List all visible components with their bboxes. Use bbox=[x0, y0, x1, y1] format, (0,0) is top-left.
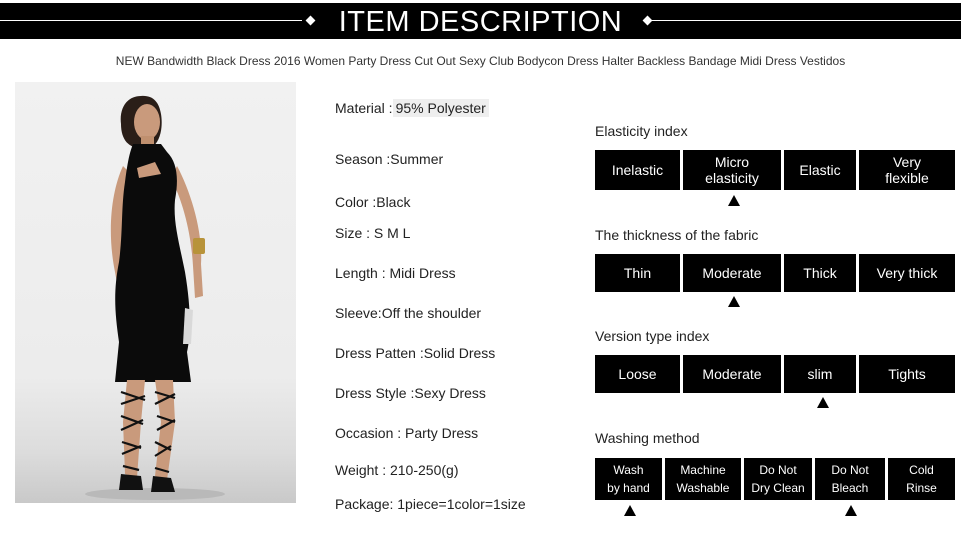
version-option-moderate: Moderate bbox=[683, 355, 781, 393]
version-option-slim: slim bbox=[784, 355, 856, 393]
elasticity-option-inelastic: Inelastic bbox=[595, 150, 680, 190]
spec-style: Dress Style :Sexy Dress bbox=[335, 385, 486, 401]
triangle-up-icon bbox=[624, 505, 636, 516]
elasticity-title: Elasticity index bbox=[595, 123, 688, 139]
triangle-up-icon bbox=[845, 505, 857, 516]
version-title: Version type index bbox=[595, 328, 710, 344]
header-rule-left bbox=[0, 20, 302, 21]
thickness-option-thin: Thin bbox=[595, 254, 680, 292]
elasticity-option-very-flexible: Very flexible bbox=[859, 150, 955, 190]
triangle-up-icon bbox=[728, 195, 740, 206]
spec-season: Season :Summer bbox=[335, 151, 444, 167]
spec-sleeve: Sleeve:Off the shoulder bbox=[335, 305, 482, 321]
header-rule-right bbox=[652, 20, 961, 21]
washing-option-no-dry-clean: Do Not Dry Clean bbox=[744, 458, 812, 500]
washing-option-cold-rinse: Cold Rinse bbox=[888, 458, 955, 500]
version-option-loose: Loose bbox=[595, 355, 680, 393]
washing-option-machine: Machine Washable bbox=[665, 458, 741, 500]
elasticity-option-micro: Micro elasticity bbox=[683, 150, 781, 190]
spec-material-value: 95% Polyester bbox=[392, 99, 489, 117]
diamond-icon bbox=[305, 15, 316, 26]
version-option-tights: Tights bbox=[859, 355, 955, 393]
triangle-up-icon bbox=[728, 296, 740, 307]
thickness-option-very-thick: Very thick bbox=[859, 254, 955, 292]
washing-title: Washing method bbox=[595, 430, 700, 446]
product-title: NEW Bandwidth Black Dress 2016 Women Par… bbox=[115, 54, 846, 68]
thickness-title: The thickness of the fabric bbox=[595, 227, 759, 243]
diamond-icon bbox=[642, 15, 653, 26]
elasticity-option-elastic: Elastic bbox=[784, 150, 856, 190]
spec-pattern: Dress Patten :Solid Dress bbox=[335, 345, 496, 361]
model-figure bbox=[85, 95, 225, 500]
triangle-up-icon bbox=[817, 397, 829, 408]
header-title: ITEM DESCRIPTION bbox=[338, 5, 623, 38]
thickness-option-thick: Thick bbox=[784, 254, 856, 292]
spec-package: Package: 1piece=1color=1size bbox=[335, 496, 526, 512]
thickness-option-moderate: Moderate bbox=[683, 254, 781, 292]
spec-material-label: Material : bbox=[335, 100, 393, 116]
spec-color: Color :Black bbox=[335, 194, 411, 210]
section-header: ITEM DESCRIPTION bbox=[0, 3, 961, 39]
washing-option-hand: Wash by hand bbox=[595, 458, 662, 500]
spec-length: Length : Midi Dress bbox=[335, 265, 456, 281]
spec-material: Material :95% Polyester bbox=[335, 99, 489, 117]
washing-option-no-bleach: Do Not Bleach bbox=[815, 458, 885, 500]
spec-weight: Weight : 210-250(g) bbox=[335, 462, 459, 478]
spec-occasion: Occasion : Party Dress bbox=[335, 425, 479, 441]
spec-size: Size : S M L bbox=[335, 225, 411, 241]
product-photo bbox=[15, 82, 296, 503]
